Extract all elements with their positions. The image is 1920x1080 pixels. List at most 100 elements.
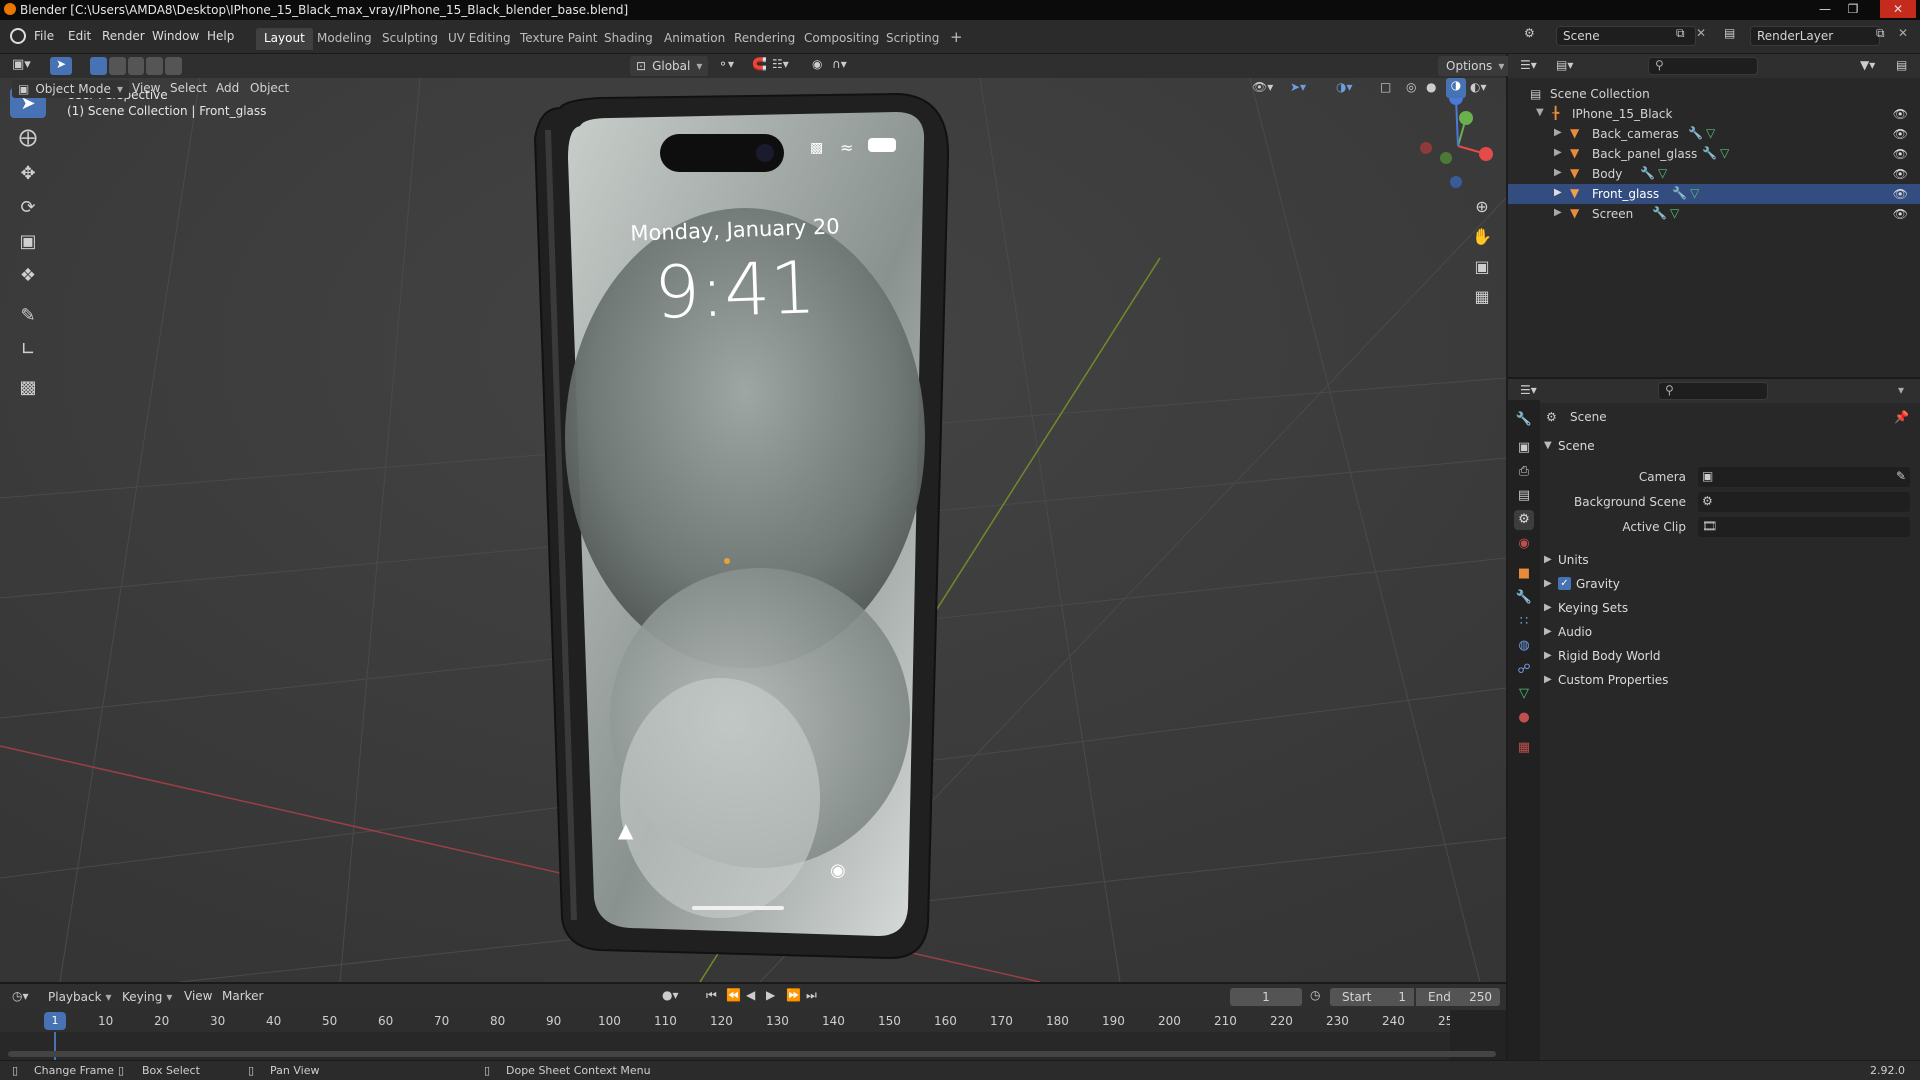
tool-tab-icon[interactable]: 🔧 [1514,410,1534,430]
annotate-tool-icon[interactable]: ✎ [10,300,46,330]
properties-search-input[interactable]: ⚲ [1658,382,1768,400]
expand-arrow-icon[interactable]: ▶ [1554,187,1562,198]
panel-keying-sets[interactable]: ▶ Keying Sets [1540,598,1912,620]
solid-shading-icon[interactable]: ● [1426,80,1436,94]
snap-target-icon[interactable]: ☷▾ [772,57,789,71]
scene-type-icon[interactable]: ⚙ [1524,26,1544,46]
outliner[interactable]: ☰▾ ▤▾ ⚲ ▼▾ ▤ ▤ Scene Collection ▼ ╊ IPho… [1508,54,1920,377]
playhead-indicator[interactable]: 1 [44,1012,66,1030]
select-tool-icon[interactable]: ➤ [50,57,72,75]
xray-toggle-icon[interactable]: □ [1380,80,1391,94]
new-layer-icon[interactable]: ⧉ [1876,26,1885,41]
world-tab-icon[interactable]: ◉ [1514,534,1534,554]
expand-arrow-icon[interactable]: ▶ [1554,147,1562,158]
panel-units[interactable]: ▶ Units [1540,550,1912,572]
scene-tab-icon[interactable]: ⚙ [1514,510,1534,530]
material-shading-icon[interactable]: ◑ [1446,78,1466,98]
tab-sculpting[interactable]: Sculpting [374,28,446,50]
blender-menu-icon[interactable] [10,28,26,44]
outliner-search-input[interactable]: ⚲ [1648,57,1758,75]
camera-field[interactable]: ▣ ✎ [1698,467,1910,487]
constraints-tab-icon[interactable]: ☍ [1514,660,1534,680]
next-keyframe-icon[interactable]: ⏩ [786,988,801,1002]
tab-rendering[interactable]: Rendering [726,28,803,50]
jump-end-icon[interactable]: ⏭ [806,988,817,1003]
mode-subtract-icon[interactable] [127,57,145,75]
outliner-row-front-glass[interactable]: ▶ ▼ Front_glass 🔧 ▽ 👁 [1508,184,1920,204]
visibility-eye-icon[interactable]: 👁 [1893,107,1908,121]
visibility-eye-icon[interactable]: 👁 [1893,127,1908,141]
gravity-checkbox[interactable]: ✓ [1558,577,1571,590]
remove-layer-icon[interactable]: ✕ [1898,26,1908,40]
camera-view-icon[interactable]: ▣ [1468,252,1496,280]
tab-layout[interactable]: Layout [256,28,313,50]
move-tool-icon[interactable]: ✥ [10,158,46,188]
new-scene-icon[interactable]: ⧉ [1676,26,1685,41]
timeline-scrollbar[interactable] [8,1051,1496,1057]
ortho-grid-icon[interactable]: ▦ [1468,282,1496,310]
playback-dropdown[interactable]: Playback ▾ [48,988,112,1006]
prev-keyframe-icon[interactable]: ⏪ [726,988,741,1002]
render-layer-field[interactable]: RenderLayer [1750,26,1880,46]
outliner-row-collection[interactable]: ▼ ╊ IPhone_15_Black 👁 [1508,104,1920,124]
gizmo-toggle-icon[interactable]: ➤▾ [1290,80,1306,94]
proportional-edit-icon[interactable]: ◉ [812,57,822,71]
menu-render[interactable]: Render [102,29,145,43]
particles-tab-icon[interactable]: ∷ [1514,612,1534,632]
properties-options-chevron-icon[interactable]: ▾ [1898,383,1904,397]
viewport-menu-select[interactable]: Select [170,81,207,95]
mode-invert-icon[interactable] [146,57,164,75]
visibility-eye-icon[interactable]: 👁 [1893,147,1908,161]
remove-scene-icon[interactable]: ✕ [1696,26,1706,40]
outliner-row-body[interactable]: ▶ ▼ Body 🔧 ▽ 👁 [1508,164,1920,184]
cursor-tool-icon[interactable]: ⨁ [10,122,46,152]
mode-extend-icon[interactable] [108,57,126,75]
outliner-row-back-panel-glass[interactable]: ▶ ▼ Back_panel_glass 🔧 ▽ 👁 [1508,144,1920,164]
output-tab-icon[interactable]: ⎙ [1514,462,1534,482]
tab-shading[interactable]: Shading [596,28,661,50]
start-frame-field[interactable]: Start 1 [1330,988,1414,1006]
menu-file[interactable]: File [34,29,54,43]
pan-hand-icon[interactable]: ✋ [1468,222,1496,250]
mode-set-icon[interactable] [90,57,107,75]
new-collection-icon[interactable]: ▤ [1896,58,1907,72]
outliner-editor-icon[interactable]: ☰▾ [1520,58,1537,72]
object-tab-icon[interactable]: ■ [1514,564,1534,584]
tab-uv-editing[interactable]: UV Editing [440,28,519,50]
visibility-eye-icon[interactable]: 👁 [1893,207,1908,221]
scale-tool-icon[interactable]: ▣ [10,226,46,256]
play-icon[interactable]: ▶ [766,988,775,1002]
menu-window[interactable]: Window [152,29,199,43]
3d-viewport[interactable]: Monday, January 20 9:41 ▩ ≈ ▲ ◉ User Per… [0,78,1506,982]
keying-dropdown[interactable]: Keying ▾ [122,988,172,1006]
preview-range-icon[interactable]: ◷ [1310,988,1320,1002]
auto-keying-record-icon[interactable]: ●▾ [662,988,679,1002]
measure-tool-icon[interactable]: ∟ [10,334,46,364]
tab-scripting[interactable]: Scripting [878,28,947,50]
jump-start-icon[interactable]: ⏮ [706,988,717,1003]
filter-icon[interactable]: ▼▾ [1860,58,1875,72]
menu-help[interactable]: Help [207,29,234,43]
end-frame-field[interactable]: End 250 [1416,988,1500,1006]
eyedropper-icon[interactable]: ✎ [1896,469,1906,483]
add-workspace-icon[interactable]: + [942,25,971,47]
minimize-button[interactable]: — [1812,0,1838,18]
background-scene-field[interactable]: ⚙ [1698,492,1910,512]
rotate-tool-icon[interactable]: ⟳ [10,192,46,222]
zoom-icon[interactable]: ⊕ [1468,192,1496,220]
pivot-point-icon[interactable]: ⚬▾ [718,57,734,71]
menu-edit[interactable]: Edit [68,29,91,43]
texture-tab-icon[interactable]: ▦ [1514,738,1534,758]
scene-field[interactable]: Scene [1556,26,1696,46]
tab-texture-paint[interactable]: Texture Paint [512,28,605,50]
expand-arrow-icon[interactable]: ▼ [1536,107,1544,118]
panel-gravity[interactable]: ▶ ✓ Gravity [1540,574,1912,596]
timeline-area[interactable]: 1 10 20 30 40 50 60 70 80 90 100 110 120… [0,1010,1506,1060]
active-clip-field[interactable]: 🎞 [1698,517,1910,537]
visibility-eye-icon[interactable]: 👁 [1893,167,1908,181]
modifier-tab-icon[interactable]: 🔧 [1514,588,1534,608]
falloff-icon[interactable]: ∩▾ [832,57,847,71]
timeline-menu-view[interactable]: View [184,989,212,1003]
editor-type-icon[interactable]: ▣▾ [12,57,31,72]
render-tab-icon[interactable]: ▣ [1514,438,1534,458]
